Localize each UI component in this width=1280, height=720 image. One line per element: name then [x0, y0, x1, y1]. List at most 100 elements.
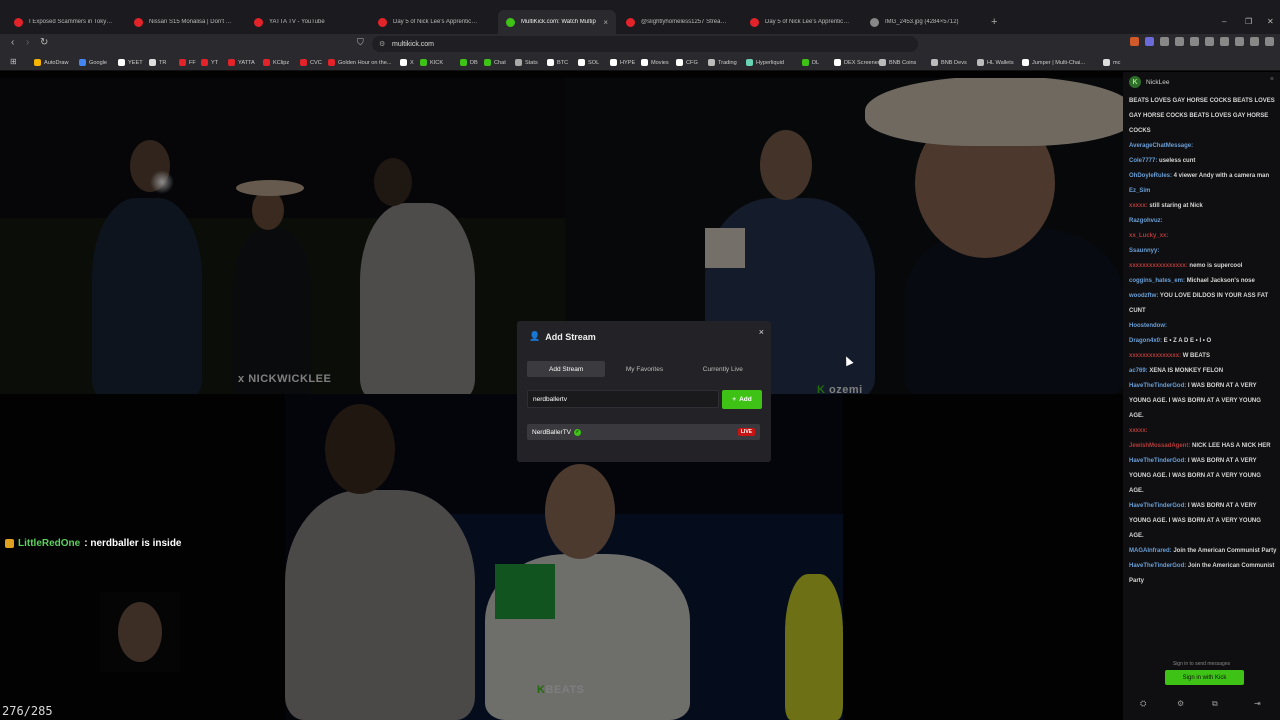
search-result-item[interactable]: NerdBallerTV ✓ LIVE: [527, 424, 760, 440]
signin-button[interactable]: Sign in with Kick: [1165, 670, 1244, 685]
back-button[interactable]: ‹: [11, 37, 14, 48]
address-bar[interactable]: ⚙ multikick.com: [372, 36, 918, 52]
bookmark-item[interactable]: YATTA: [228, 57, 255, 68]
chat-username[interactable]: Dragon4x0:: [1129, 338, 1162, 344]
chat-username[interactable]: HaveTheTinderGod:: [1129, 458, 1186, 464]
chat-username[interactable]: JewishMossadAgent:: [1129, 443, 1190, 449]
chat-username[interactable]: Ssaunnyy:: [1129, 248, 1159, 254]
chat-username[interactable]: HaveTheTinderGod:: [1129, 563, 1186, 569]
apps-grid-icon[interactable]: ⊞: [10, 57, 17, 66]
bookmark-item[interactable]: DL: [802, 57, 819, 68]
maximize-button[interactable]: ❐: [1245, 17, 1252, 26]
menu-icon[interactable]: [1265, 37, 1274, 46]
chat-username[interactable]: AverageChatMessage:: [1129, 143, 1193, 149]
tab-my-favorites[interactable]: My Favorites: [605, 361, 683, 377]
bookmark-item[interactable]: Trading: [708, 57, 737, 68]
browser-tab[interactable]: I Exposed Scammers in Tokyo! *attac: [6, 10, 122, 34]
browser-tab[interactable]: Nissan S15 Monalisa | Don't Leave Th: [126, 10, 242, 34]
bookmark-item[interactable]: HL Wallets: [977, 57, 1014, 68]
tab-add-stream[interactable]: Add Stream: [527, 361, 606, 377]
bookmark-item[interactable]: CVC: [300, 57, 322, 68]
extension-icon[interactable]: [1130, 37, 1139, 46]
bookmark-favicon-icon: [460, 59, 467, 66]
url-text: multikick.com: [392, 40, 435, 48]
bookmark-item[interactable]: Stats: [515, 57, 538, 68]
site-settings-icon[interactable]: ⚙: [379, 40, 385, 48]
chat-username[interactable]: HaveTheTinderGod:: [1129, 503, 1186, 509]
chat-message: Ssaunnyy:: [1129, 244, 1277, 259]
chat-username[interactable]: HaveTheTinderGod:: [1129, 383, 1186, 389]
new-tab-button[interactable]: +: [991, 16, 997, 28]
collapse-icon[interactable]: ⇥: [1254, 699, 1261, 708]
bookmark-item[interactable]: FF: [179, 57, 196, 68]
bookmark-item[interactable]: BNB Coins: [879, 57, 916, 68]
chat-username[interactable]: xxxxx:: [1129, 203, 1148, 209]
close-window-button[interactable]: ✕: [1267, 17, 1274, 26]
bookmark-item[interactable]: Movies: [641, 57, 669, 68]
bookmark-item[interactable]: DB: [460, 57, 478, 68]
chat-username[interactable]: xx_Lucky_xx:: [1129, 233, 1168, 239]
bookmark-item[interactable]: X: [400, 57, 414, 68]
bookmark-item[interactable]: Hyperliquid: [746, 57, 784, 68]
chat-username[interactable]: woodzftw:: [1129, 293, 1158, 299]
bookmark-item[interactable]: YEET: [118, 57, 143, 68]
chat-username[interactable]: xxxxx:: [1129, 428, 1148, 434]
bookmark-item[interactable]: BTC: [547, 57, 568, 68]
browser-tab[interactable]: MultiKick.com: Watch Multip ×: [498, 10, 616, 34]
popout-icon[interactable]: ⧉: [1212, 699, 1218, 709]
bookmark-item[interactable]: TR: [149, 57, 166, 68]
close-icon[interactable]: ×: [1270, 76, 1274, 83]
extension-icon[interactable]: [1160, 37, 1169, 46]
bookmark-item[interactable]: Jumper | Multi-Chai...: [1022, 57, 1085, 68]
bookmark-favicon-icon: [1103, 59, 1110, 66]
bookmark-item[interactable]: Golden Hour on the...: [328, 57, 392, 68]
browser-tab[interactable]: Day 5 of Nick Lee's Apprentice Event: [370, 10, 486, 34]
chat-username[interactable]: Ez_Sim: [1129, 188, 1150, 194]
browser-tab[interactable]: IMG_2453.jpg (4284×5712): [862, 10, 982, 34]
browser-tab[interactable]: @slightlyhomeless1257 Stream Snip: [618, 10, 736, 34]
chat-username[interactable]: xxxxxxxxxxxxxxx:: [1129, 353, 1181, 359]
extension-icon[interactable]: [1235, 37, 1244, 46]
chat-username[interactable]: MAGAInfrared:: [1129, 548, 1172, 554]
browser-tab[interactable]: Day 5 of Nick Lee's Apprentice Event: [742, 10, 860, 34]
bookmark-item[interactable]: AutoDraw: [34, 57, 69, 68]
bookmark-item[interactable]: Chat: [484, 57, 506, 68]
bookmark-item[interactable]: HYPE: [610, 57, 635, 68]
users-icon[interactable]: ⛭: [1140, 699, 1146, 709]
chat-username[interactable]: xxxxxxxxxxxxxxxxx:: [1129, 263, 1188, 269]
forward-button[interactable]: ›: [26, 37, 29, 48]
tab-close-icon[interactable]: ×: [603, 18, 608, 27]
chat-username[interactable]: Razgohvuz:: [1129, 218, 1163, 224]
stream-name-input[interactable]: [527, 390, 719, 408]
chat-username[interactable]: Cole7777:: [1129, 158, 1157, 164]
extension-icon[interactable]: [1175, 37, 1184, 46]
chat-username[interactable]: Hoostendow:: [1129, 323, 1167, 329]
reload-button[interactable]: ↻: [40, 37, 48, 48]
chat-messages[interactable]: BEATS LOVES GAY HORSE COCKS BEATS LOVES …: [1129, 94, 1277, 589]
bookmark-item[interactable]: KClipz: [263, 57, 289, 68]
minimize-button[interactable]: –: [1222, 17, 1226, 26]
bookmark-item[interactable]: BNB Devs: [931, 57, 967, 68]
extension-icon[interactable]: [1205, 37, 1214, 46]
chat-username[interactable]: coggins_hates_em:: [1129, 278, 1185, 284]
bookmark-item[interactable]: CFG: [676, 57, 698, 68]
extension-icon[interactable]: [1220, 37, 1229, 46]
bookmark-item[interactable]: Google: [79, 57, 107, 68]
bookmark-item[interactable]: mc: [1103, 57, 1120, 68]
extension-icon[interactable]: [1190, 37, 1199, 46]
close-icon[interactable]: ×: [759, 327, 764, 337]
tab-currently-live[interactable]: Currently Live: [684, 361, 762, 377]
browser-tab[interactable]: YATTA TV - YouTube: [246, 10, 362, 34]
bookmark-label: AutoDraw: [44, 59, 69, 66]
settings-icon[interactable]: ⚙: [1177, 699, 1184, 708]
bookmark-item[interactable]: SOL: [578, 57, 599, 68]
extension-icon[interactable]: [1250, 37, 1259, 46]
chat-username[interactable]: OhDoyleRules:: [1129, 173, 1172, 179]
bookmark-icon[interactable]: ⛉: [357, 37, 364, 48]
chat-username[interactable]: ac769:: [1129, 368, 1148, 374]
bookmark-item[interactable]: YT: [201, 57, 218, 68]
bookmark-item[interactable]: KICK: [420, 57, 443, 68]
add-button[interactable]: + Add: [722, 390, 762, 409]
extension-icon[interactable]: [1145, 37, 1154, 46]
bookmark-item[interactable]: DEX Screener: [834, 57, 880, 68]
